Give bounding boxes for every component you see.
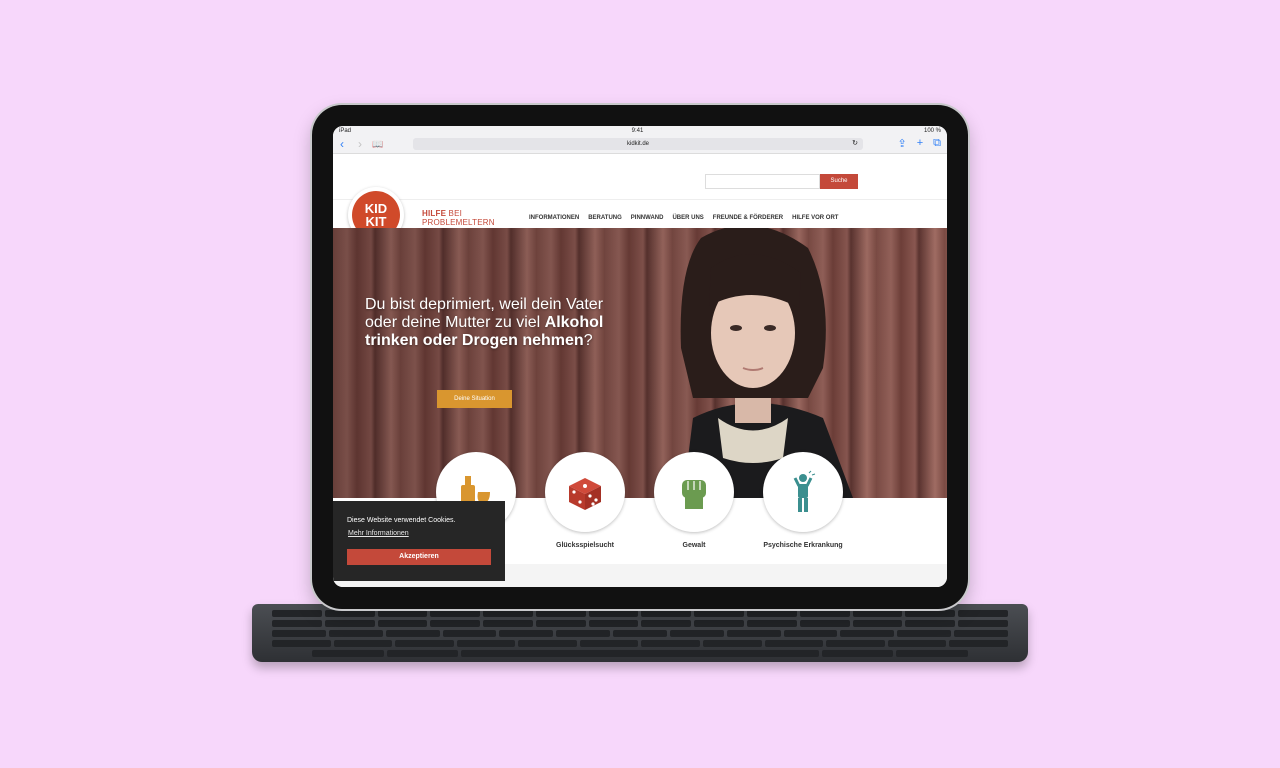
- status-battery: 100 %: [923, 127, 941, 134]
- key-row: [272, 610, 1008, 617]
- search-button[interactable]: Suche: [820, 174, 858, 189]
- reload-icon[interactable]: ↻: [852, 138, 858, 150]
- hero-line3-bold: trinken oder Drogen nehmen: [365, 332, 584, 349]
- main-nav: INFORMATIONEN BERATUNG PINNWAND ÜBER UNS…: [529, 215, 838, 221]
- tabs-icon[interactable]: ⧉: [933, 137, 941, 150]
- site-topbar: Suche: [333, 154, 947, 199]
- address-bar[interactable]: kidkit.de ↻: [413, 138, 863, 150]
- cookie-more-info-link[interactable]: Mehr Informationen: [348, 530, 409, 537]
- forward-icon[interactable]: ›: [351, 137, 369, 151]
- hero-line1: Du bist deprimiert, weil dein Vater: [365, 296, 604, 313]
- situation-button[interactable]: Deine Situation: [437, 390, 512, 408]
- search-input[interactable]: [705, 174, 820, 189]
- hero-banner: Du bist deprimiert, weil dein Vater oder…: [333, 228, 947, 498]
- tablet-screen: iPad 9:41 100 % ‹ › 📖 kidkit.de ↻ ⇪ + ⧉ …: [333, 126, 947, 587]
- dice-icon: [569, 478, 601, 510]
- card-circle: [545, 452, 625, 532]
- fist-icon: [682, 480, 706, 509]
- keyboard: [252, 604, 1028, 662]
- share-icon[interactable]: ⇪: [897, 137, 906, 150]
- card-gambling[interactable]: Glücksspielsucht: [545, 452, 625, 549]
- hero-line2: oder deine Mutter zu viel: [365, 314, 545, 331]
- tagline-bold: HILFE: [422, 209, 447, 218]
- card-mental-illness[interactable]: Psychische Erkrankung: [763, 452, 843, 549]
- card-label: Glücksspielsucht: [556, 542, 614, 549]
- card-label: Psychische Erkrankung: [763, 542, 843, 549]
- card-circle: [654, 452, 734, 532]
- browser-toolbar: ‹ › 📖 kidkit.de ↻ ⇪ + ⧉: [333, 135, 947, 154]
- distressed-person-icon: [793, 470, 816, 512]
- nav-informationen[interactable]: INFORMATIONEN: [529, 215, 579, 221]
- new-tab-icon[interactable]: +: [917, 137, 923, 150]
- back-icon[interactable]: ‹: [333, 137, 351, 151]
- site-tagline: HILFE BEI PROBLEMELTERN: [422, 209, 495, 227]
- key-row: [272, 630, 1008, 637]
- url-text: kidkit.de: [626, 141, 649, 147]
- tagline-rest: BEI: [446, 209, 463, 218]
- status-bar: iPad 9:41 100 %: [333, 126, 947, 135]
- nav-ueber-uns[interactable]: ÜBER UNS: [672, 215, 703, 221]
- key-row: [272, 640, 1008, 647]
- key-row: [272, 620, 1008, 627]
- card-label: Gewalt: [682, 542, 706, 549]
- cookie-banner: Diese Website verwendet Cookies. Mehr In…: [333, 501, 505, 581]
- cookie-accept-button[interactable]: Akzeptieren: [347, 549, 491, 565]
- key-row: [312, 650, 969, 657]
- bookmarks-icon[interactable]: 📖: [369, 139, 387, 150]
- status-device: iPad: [339, 127, 352, 134]
- cookie-text: Diese Website verwendet Cookies.: [347, 517, 456, 524]
- nav-pinnwand[interactable]: PINNWAND: [631, 215, 664, 221]
- card-circle: [763, 452, 843, 532]
- logo-line2: KIT: [365, 214, 387, 229]
- hero-headline: Du bist deprimiert, weil dein Vater oder…: [365, 296, 625, 350]
- hero-line3-end: ?: [583, 332, 593, 349]
- nav-beratung[interactable]: BERATUNG: [588, 215, 622, 221]
- nav-freunde-foerderer[interactable]: FREUNDE & FÖRDERER: [713, 215, 783, 221]
- card-violence[interactable]: Gewalt: [654, 452, 734, 549]
- tagline-line2: PROBLEMELTERN: [422, 218, 495, 227]
- hero-line2-bold: Alkohol: [544, 314, 604, 331]
- nav-hilfe-vor-ort[interactable]: HILFE VOR ORT: [792, 215, 838, 221]
- status-time: 9:41: [631, 127, 644, 134]
